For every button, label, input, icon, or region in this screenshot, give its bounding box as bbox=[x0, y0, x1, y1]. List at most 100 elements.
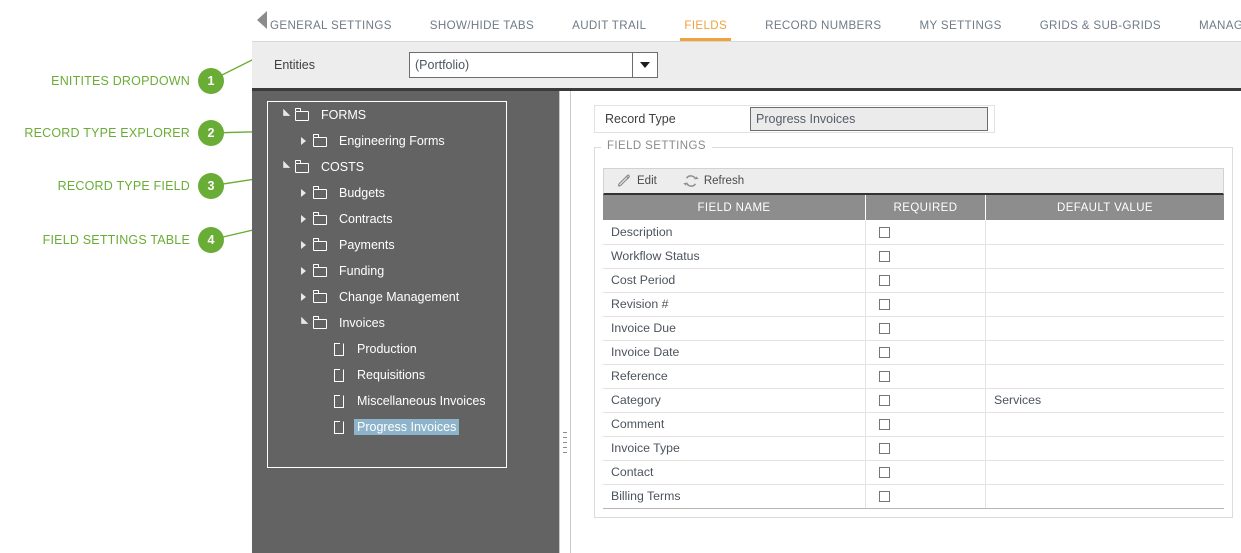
required-checkbox[interactable] bbox=[879, 395, 890, 406]
tab-list: GENERAL SETTINGS SHOW/HIDE TABS AUDIT TRAI… bbox=[252, 19, 1241, 41]
table-row[interactable]: Revision # bbox=[603, 292, 1224, 316]
refresh-icon bbox=[683, 173, 699, 189]
table-header-row: FIELD NAME REQUIRED DEFAULT VALUE bbox=[603, 195, 1224, 220]
cell-required bbox=[866, 484, 986, 508]
tree-item[interactable]: FORMS bbox=[268, 102, 506, 128]
cell-field-name: Invoice Date bbox=[603, 340, 866, 364]
required-checkbox[interactable] bbox=[879, 491, 890, 502]
field-settings-group: FIELD SETTINGS Edit bbox=[594, 147, 1233, 518]
required-checkbox[interactable] bbox=[879, 443, 890, 454]
cell-default-value bbox=[986, 340, 1225, 364]
tree-item-label: Miscellaneous Invoices bbox=[354, 393, 489, 409]
folder-icon bbox=[294, 108, 312, 123]
tree-item-label: Engineering Forms bbox=[336, 133, 448, 149]
field-settings-legend: FIELD SETTINGS bbox=[601, 140, 712, 152]
cell-required bbox=[866, 388, 986, 412]
folder-icon bbox=[312, 238, 330, 253]
tab-general-settings[interactable]: GENERAL SETTINGS bbox=[270, 19, 392, 41]
twisty-collapsed-icon[interactable] bbox=[296, 238, 310, 252]
twisty-expanded-icon[interactable] bbox=[278, 160, 292, 174]
tree-item-label: Requisitions bbox=[354, 367, 428, 383]
tree-item[interactable]: Payments bbox=[268, 232, 506, 258]
annotation-3-badge: 3 bbox=[198, 173, 224, 199]
column-header-default-value[interactable]: DEFAULT VALUE bbox=[986, 195, 1225, 220]
application-window: GENERAL SETTINGS SHOW/HIDE TABS AUDIT TRAI… bbox=[252, 0, 1241, 552]
tree-item[interactable]: Contracts bbox=[268, 206, 506, 232]
entities-dropdown[interactable]: (Portfolio) bbox=[409, 52, 658, 78]
refresh-button[interactable]: Refresh bbox=[683, 173, 744, 189]
twisty-expanded-icon[interactable] bbox=[278, 108, 292, 122]
tree-item[interactable]: Progress Invoices bbox=[268, 414, 506, 440]
tab-record-numbers[interactable]: RECORD NUMBERS bbox=[765, 19, 881, 41]
twisty-expanded-icon[interactable] bbox=[296, 316, 310, 330]
chevron-down-icon[interactable] bbox=[632, 53, 657, 77]
tab-fields[interactable]: FIELDS bbox=[684, 19, 727, 41]
tree-item[interactable]: Funding bbox=[268, 258, 506, 284]
cell-default-value bbox=[986, 436, 1225, 460]
tree-item[interactable]: COSTS bbox=[268, 154, 506, 180]
twisty-collapsed-icon[interactable] bbox=[296, 264, 310, 278]
tree-item[interactable]: Requisitions bbox=[268, 362, 506, 388]
column-header-required[interactable]: REQUIRED bbox=[866, 195, 986, 220]
cell-required bbox=[866, 220, 986, 244]
tree-item[interactable]: Engineering Forms bbox=[268, 128, 506, 154]
table-row[interactable]: Contact bbox=[603, 460, 1224, 484]
required-checkbox[interactable] bbox=[879, 299, 890, 310]
table-row[interactable]: Cost Period bbox=[603, 268, 1224, 292]
table-row[interactable]: Invoice Date bbox=[603, 340, 1224, 364]
required-checkbox[interactable] bbox=[879, 323, 890, 334]
twisty-collapsed-icon[interactable] bbox=[296, 290, 310, 304]
tree-item[interactable]: Production bbox=[268, 336, 506, 362]
tab-scroll-left-arrow-icon[interactable] bbox=[254, 11, 270, 29]
table-row[interactable]: Reference bbox=[603, 364, 1224, 388]
twisty-collapsed-icon[interactable] bbox=[296, 212, 310, 226]
cell-default-value bbox=[986, 244, 1225, 268]
tab-manager-pages[interactable]: MANAGER PAGES bbox=[1199, 19, 1241, 41]
table-row[interactable]: Invoice Due bbox=[603, 316, 1224, 340]
required-checkbox[interactable] bbox=[879, 227, 890, 238]
cell-field-name: Workflow Status bbox=[603, 244, 866, 268]
tab-show-hide-tabs[interactable]: SHOW/HIDE TABS bbox=[430, 19, 534, 41]
table-row[interactable]: Workflow Status bbox=[603, 244, 1224, 268]
table-row[interactable]: Invoice Type bbox=[603, 436, 1224, 460]
annotation-2: RECORD TYPE EXPLORER 2 bbox=[24, 120, 224, 146]
twisty-collapsed-icon[interactable] bbox=[296, 134, 310, 148]
pane-splitter[interactable] bbox=[559, 91, 571, 553]
cell-required bbox=[866, 460, 986, 484]
required-checkbox[interactable] bbox=[879, 251, 890, 262]
annotation-3: RECORD TYPE FIELD 3 bbox=[58, 173, 224, 199]
tree-item[interactable]: Invoices bbox=[268, 310, 506, 336]
column-header-field-name[interactable]: FIELD NAME bbox=[603, 195, 866, 220]
table-row[interactable]: Billing Terms bbox=[603, 484, 1224, 508]
required-checkbox[interactable] bbox=[879, 467, 890, 478]
tree-item-label: Invoices bbox=[336, 315, 388, 331]
field-settings-toolbar: Edit Refresh bbox=[603, 168, 1224, 195]
table-row[interactable]: CategoryServices bbox=[603, 388, 1224, 412]
tree-item[interactable]: Miscellaneous Invoices bbox=[268, 388, 506, 414]
tree-item-label: FORMS bbox=[318, 107, 369, 123]
annotation-4-badge: 4 bbox=[198, 227, 224, 253]
required-checkbox[interactable] bbox=[879, 419, 890, 430]
edit-button[interactable]: Edit bbox=[616, 173, 657, 189]
tab-audit-trail[interactable]: AUDIT TRAIL bbox=[572, 19, 646, 41]
twisty-collapsed-icon[interactable] bbox=[296, 186, 310, 200]
cell-default-value bbox=[986, 292, 1225, 316]
splitter-grip-icon[interactable] bbox=[563, 432, 567, 454]
tree-item-label: Budgets bbox=[336, 185, 388, 201]
required-checkbox[interactable] bbox=[879, 275, 890, 286]
tree-item[interactable]: Budgets bbox=[268, 180, 506, 206]
tab-my-settings[interactable]: MY SETTINGS bbox=[919, 19, 1001, 41]
tab-grids-sub-grids[interactable]: GRIDS & SUB-GRIDS bbox=[1040, 19, 1161, 41]
workspace: FORMS Engineering Forms COSTS Budgets Contra… bbox=[252, 91, 1241, 553]
cell-default-value bbox=[986, 316, 1225, 340]
table-row[interactable]: Description bbox=[603, 220, 1224, 244]
required-checkbox[interactable] bbox=[879, 347, 890, 358]
tree-item[interactable]: Change Management bbox=[268, 284, 506, 310]
table-row[interactable]: Comment bbox=[603, 412, 1224, 436]
cell-required bbox=[866, 316, 986, 340]
settings-tab-bar: GENERAL SETTINGS SHOW/HIDE TABS AUDIT TRAI… bbox=[252, 0, 1241, 42]
required-checkbox[interactable] bbox=[879, 371, 890, 382]
record-type-value[interactable]: Progress Invoices bbox=[750, 107, 988, 131]
tree-item-label: Contracts bbox=[336, 211, 396, 227]
tree-item-label: Progress Invoices bbox=[354, 419, 459, 435]
